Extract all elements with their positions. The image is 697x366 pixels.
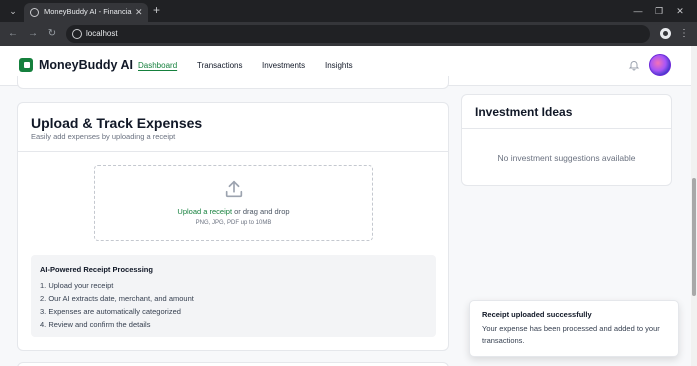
previous-card <box>17 76 449 89</box>
extension-icon[interactable] <box>660 28 671 39</box>
receipt-dropzone[interactable]: Upload a receipt or drag and drop PNG, J… <box>94 165 373 241</box>
new-tab-button[interactable]: + <box>153 3 160 17</box>
url-text: localhost <box>86 29 118 38</box>
upload-expenses-card: Upload & Track Expenses Easily add expen… <box>17 102 449 351</box>
browser-tab[interactable]: MoneyBuddy AI - Financial Ma ✕ <box>24 3 148 22</box>
brand-name[interactable]: MoneyBuddy AI <box>39 57 133 73</box>
browser-tab-bar: ⌄ MoneyBuddy AI - Financial Ma ✕ + — ❐ ✕ <box>0 0 697 22</box>
tab-title: MoneyBuddy AI - Financial Ma <box>44 7 132 16</box>
upload-title: Upload & Track Expenses <box>31 115 203 131</box>
info-step: 1. Upload your receipt <box>40 281 114 290</box>
info-step: 4. Review and confirm the details <box>40 320 151 329</box>
card-divider <box>462 128 671 129</box>
reload-icon[interactable]: ↻ <box>45 27 59 41</box>
nav-dashboard[interactable]: Dashboard <box>138 61 177 71</box>
close-window-button[interactable]: ✕ <box>673 4 687 18</box>
upload-icon <box>225 180 243 198</box>
address-bar[interactable]: localhost <box>66 25 650 43</box>
upload-subtitle: Easily add expenses by uploading a recei… <box>31 132 176 141</box>
minimize-button[interactable]: — <box>631 4 645 18</box>
toast-title: Receipt uploaded successfully <box>482 310 592 319</box>
file-type-hint: PNG, JPG, PDF up to 10MB <box>195 220 272 226</box>
tab-close-icon[interactable]: ✕ <box>135 6 143 18</box>
investment-title: Investment Ideas <box>475 105 573 119</box>
site-info-icon[interactable] <box>72 29 82 39</box>
toast-message: Your expense has been processed and adde… <box>482 324 660 345</box>
info-title: AI-Powered Receipt Processing <box>40 265 153 274</box>
info-step: 2. Our AI extracts date, merchant, and a… <box>40 294 194 303</box>
forward-icon[interactable]: → <box>26 27 40 41</box>
card-divider <box>18 151 448 152</box>
tab-favicon-icon <box>30 8 39 17</box>
back-icon[interactable]: ← <box>6 27 20 41</box>
next-card <box>17 362 449 366</box>
avatar[interactable] <box>649 54 671 76</box>
browser-toolbar: ← → ↻ localhost ⋮ <box>0 22 697 46</box>
ai-processing-info: AI-Powered Receipt Processing 1. Upload … <box>31 255 436 337</box>
upload-receipt-link[interactable]: Upload a receipt <box>177 207 232 216</box>
success-toast[interactable]: Receipt uploaded successfully Your expen… <box>469 300 679 357</box>
investment-empty-state: No investment suggestions available <box>497 153 636 163</box>
tab-search-icon[interactable]: ⌄ <box>6 4 20 18</box>
drop-instructions: Upload a receipt or drag and drop <box>95 207 372 217</box>
restore-button[interactable]: ❐ <box>652 4 666 18</box>
bell-icon[interactable] <box>628 59 640 71</box>
info-step: 3. Expenses are automatically categorize… <box>40 307 181 316</box>
nav-investments[interactable]: Investments <box>262 61 305 71</box>
investment-ideas-card: Investment Ideas No investment suggestio… <box>461 94 672 186</box>
wallet-logo-icon <box>19 58 33 72</box>
drag-drop-text: or drag and drop <box>232 207 290 216</box>
nav-transactions[interactable]: Transactions <box>197 61 243 71</box>
page-scrollbar[interactable] <box>691 46 697 366</box>
nav-insights[interactable]: Insights <box>325 61 353 71</box>
scrollbar-thumb[interactable] <box>692 178 696 296</box>
browser-menu-icon[interactable]: ⋮ <box>679 27 689 41</box>
